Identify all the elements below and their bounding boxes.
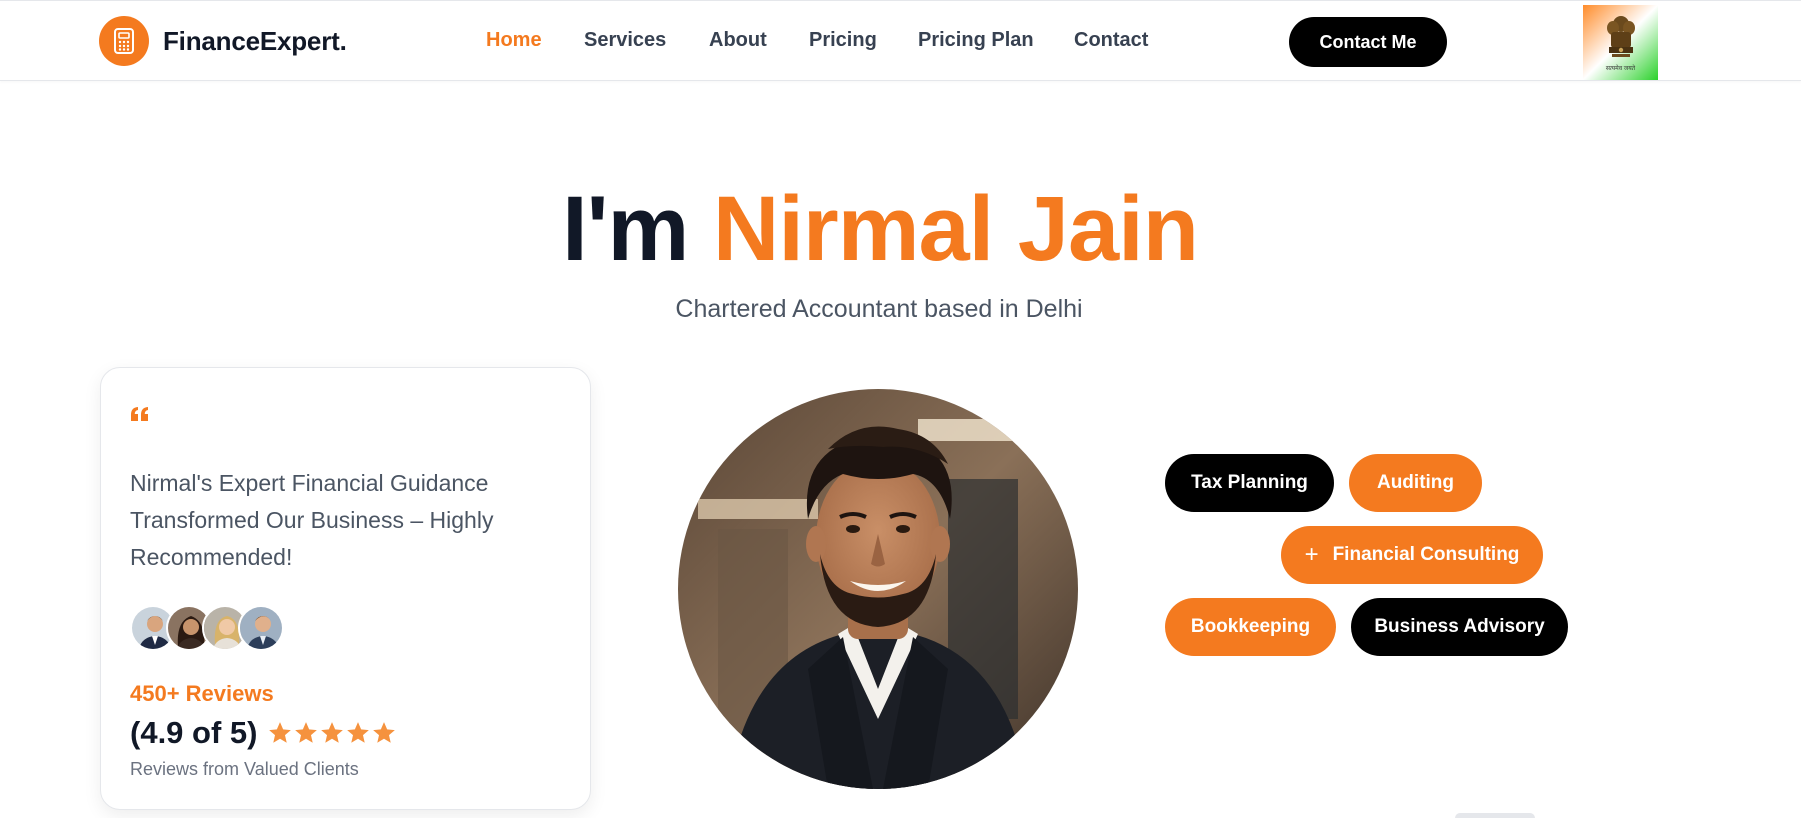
tag-bookkeeping[interactable]: Bookkeeping xyxy=(1165,598,1336,656)
nav-item-services[interactable]: Services xyxy=(584,29,666,52)
tag-label: Auditing xyxy=(1376,472,1455,493)
rating-stars xyxy=(267,720,397,746)
nav-item-contact[interactable]: Contact xyxy=(1074,29,1148,52)
reviews-caption: Reviews from Valued Clients xyxy=(130,759,359,779)
profile-photo xyxy=(678,389,1078,789)
tag-label: Tax Planning xyxy=(1191,472,1308,493)
tag-tax-planning[interactable]: Tax Planning xyxy=(1165,454,1334,512)
star-icon xyxy=(269,722,292,743)
tag-business-advisory[interactable]: Business Advisory xyxy=(1351,598,1568,656)
star-icon xyxy=(373,722,396,743)
logo-badge[interactable] xyxy=(99,16,149,66)
emblem-caption: सत्यमेव जयते xyxy=(1605,65,1636,72)
nav-item-home[interactable]: Home xyxy=(486,29,542,52)
testimonial-quote: Nirmal's Expert Financial Guidance Trans… xyxy=(130,470,494,570)
hero-name: Nirmal Jain xyxy=(712,178,1199,280)
reviews-count: 450+ Reviews xyxy=(130,681,274,706)
hero-intro: I'm xyxy=(562,178,713,280)
quote-icon xyxy=(131,407,148,421)
avatar xyxy=(238,605,284,651)
partial-element xyxy=(1455,813,1535,818)
tag-financial-consulting[interactable]: + Financial Consulting xyxy=(1281,526,1543,584)
nav-item-pricing-plan[interactable]: Pricing Plan xyxy=(918,29,1034,52)
emblem-icon xyxy=(1606,15,1635,57)
tag-label: Business Advisory xyxy=(1374,616,1545,637)
nav-item-pricing[interactable]: Pricing xyxy=(809,29,877,52)
tag-auditing[interactable]: Auditing xyxy=(1349,454,1482,512)
calculator-icon xyxy=(114,28,134,54)
plus-icon: + xyxy=(1304,541,1319,568)
star-icon xyxy=(295,722,318,743)
site-header: FinanceExpert. Home Services About Prici… xyxy=(0,0,1801,81)
tag-label: Financial Consulting xyxy=(1332,544,1520,565)
star-icon xyxy=(321,722,344,743)
hero-subtitle: Chartered Accountant based in Delhi xyxy=(675,295,1083,323)
logo-text[interactable]: FinanceExpert. xyxy=(163,26,347,57)
national-emblem-image: सत्यमेव जयते xyxy=(1583,5,1658,80)
nav-item-about[interactable]: About xyxy=(709,29,767,52)
testimonial-card: Nirmal's Expert Financial Guidance Trans… xyxy=(100,367,591,810)
star-icon xyxy=(347,722,370,743)
tag-label: Bookkeeping xyxy=(1190,616,1311,637)
contact-me-button[interactable]: Contact Me xyxy=(1289,17,1447,67)
hero-title: I'm Nirmal Jain xyxy=(0,177,1760,281)
rating-row: (4.9 of 5) xyxy=(130,713,397,753)
rating-score: (4.9 of 5) xyxy=(130,715,258,750)
